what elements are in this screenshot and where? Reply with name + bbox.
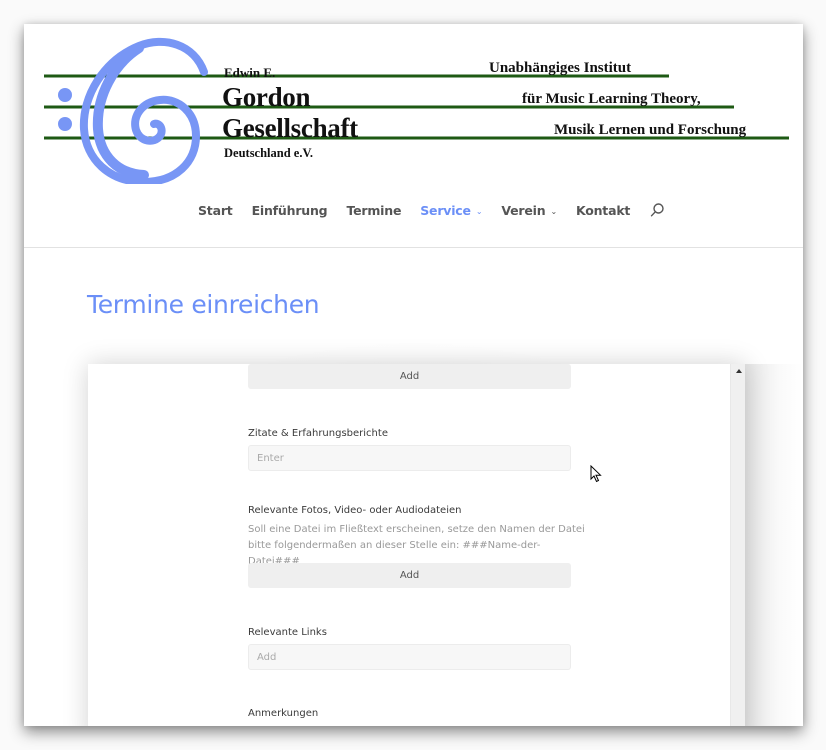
logo-deutschland: Deutschland e.V. <box>224 146 314 160</box>
nav-item-einfuehrung[interactable]: Einführung <box>252 203 328 218</box>
clef-logo-icon <box>44 37 789 187</box>
nav-label: Verein <box>501 202 546 218</box>
nav-item-start[interactable]: Start <box>198 203 233 218</box>
scroll-up-arrow-icon[interactable] <box>734 367 743 375</box>
mouse-cursor-icon <box>590 465 602 483</box>
logo-tagline-3: Musik Lernen und Forschung <box>554 122 747 138</box>
nav-item-service[interactable]: Service ⌄ <box>420 203 482 218</box>
nav-label: Start <box>198 202 233 218</box>
links-label: Relevante Links <box>248 627 327 638</box>
search-icon[interactable] <box>649 202 665 218</box>
logo-tagline-2: für Music Learning Theory, <box>522 91 701 107</box>
logo-tagline-1: Unabhängiges Institut <box>489 60 632 76</box>
nav-label: Einführung <box>251 202 328 218</box>
logo-gordon: Gordon <box>222 82 311 112</box>
main-nav: Start Einführung Termine Service ⌄ Verei… <box>198 200 665 220</box>
site-header: Edwin E. Gordon Gesellschaft Deutschland… <box>24 24 803 248</box>
site-logo[interactable]: Edwin E. Gordon Gesellschaft Deutschland… <box>44 34 794 187</box>
nav-item-kontakt[interactable]: Kontakt <box>576 203 630 218</box>
chevron-down-icon: ⌄ <box>550 206 557 216</box>
page-gutter <box>745 364 803 726</box>
media-help-line-1: Soll eine Datei im Fließtext erscheinen,… <box>248 524 585 535</box>
chevron-down-icon: ⌄ <box>475 206 483 216</box>
browser-window: Edwin E. Gordon Gesellschaft Deutschland… <box>24 24 803 726</box>
nav-label: Kontakt <box>575 202 631 218</box>
nav-item-termine[interactable]: Termine <box>346 203 401 218</box>
logo-gesellschaft: Gesellschaft <box>222 113 358 143</box>
quotes-label: Zitate & Erfahrungsberichte <box>248 428 388 439</box>
page-title: Termine einreichen <box>87 290 320 319</box>
notes-label: Anmerkungen <box>248 708 319 719</box>
media-label: Relevante Fotos, Video- oder Audiodateie… <box>248 505 462 516</box>
media-add-button[interactable]: Add <box>248 563 571 588</box>
quotes-input[interactable] <box>248 445 571 471</box>
nav-label: Service <box>420 202 471 218</box>
nav-item-verein[interactable]: Verein ⌄ <box>501 203 557 218</box>
logo-edwin: Edwin E. <box>224 65 276 80</box>
embedded-form-frame: Add Zitate & Erfahrungsberichte Relevant… <box>88 364 745 726</box>
form-scrollbar[interactable] <box>730 364 745 726</box>
links-input[interactable] <box>248 644 571 670</box>
add-button-top[interactable]: Add <box>248 364 571 389</box>
form-content: Add Zitate & Erfahrungsberichte Relevant… <box>88 364 730 726</box>
nav-label: Termine <box>346 202 402 218</box>
